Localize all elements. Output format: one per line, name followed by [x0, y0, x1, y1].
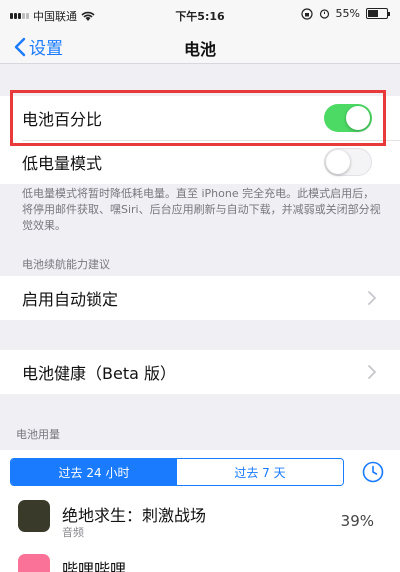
clock-icon[interactable]: [362, 461, 384, 483]
battery-usage-header: 电池用量: [16, 428, 60, 441]
status-right: 55%: [300, 7, 390, 20]
auto-lock-group: 启用自动锁定: [0, 276, 400, 320]
list-item[interactable]: 哔哩哔哩: [0, 544, 400, 572]
chevron-right-icon: [368, 365, 376, 379]
app-subtitle: 音频: [62, 526, 84, 539]
pubg-app-icon: [18, 500, 50, 532]
tab-last-24-hours[interactable]: 过去 24 小时: [11, 459, 177, 485]
battery-options-group: 电池百分比 低电量模式: [0, 96, 400, 184]
alarm-icon: [319, 9, 329, 19]
list-item[interactable]: 绝地求生：刺激战场 音频 39%: [0, 490, 400, 544]
low-power-row: 低电量模式: [0, 140, 400, 184]
suggestions-header: 电池续航能力建议: [22, 258, 110, 271]
battery-icon: [366, 8, 390, 19]
low-power-label: 低电量模式: [22, 154, 103, 173]
battery-percentage-label: 电池百分比: [22, 110, 103, 129]
orientation-lock-icon: [300, 7, 313, 20]
chevron-right-icon: [368, 291, 376, 305]
auto-lock-label: 启用自动锁定: [22, 290, 119, 309]
battery-percentage-toggle[interactable]: [324, 104, 372, 132]
bilibili-app-icon: [18, 554, 50, 572]
app-usage-list: 绝地求生：刺激战场 音频 39% 哔哩哔哩: [0, 490, 400, 572]
tab-last-7-days[interactable]: 过去 7 天: [177, 459, 343, 485]
battery-health-group: 电池健康（Beta 版）: [0, 350, 400, 394]
status-bar: 中国联通 下午5:16 55%: [0, 0, 400, 28]
low-power-note: 低电量模式将暂时降低耗电量。直至 iPhone 完全充电。此模式启用后，将停用邮…: [22, 187, 381, 232]
battery-percentage-row: 电池百分比: [0, 96, 400, 140]
usage-period-segmented-control: 过去 24 小时 过去 7 天: [10, 458, 344, 486]
battery-health-row[interactable]: 电池健康（Beta 版）: [0, 350, 400, 394]
toggle-knob: [346, 106, 370, 130]
auto-lock-row[interactable]: 启用自动锁定: [0, 276, 400, 320]
usage-period-bar: 过去 24 小时 过去 7 天: [0, 450, 400, 490]
app-usage-percent: 39%: [340, 512, 374, 530]
low-power-toggle[interactable]: [324, 148, 372, 176]
toggle-knob: [326, 150, 350, 174]
navigation-bar: 设置 电池: [0, 28, 400, 64]
app-name: 哔哩哔哩: [62, 560, 127, 572]
app-name: 绝地求生：刺激战场: [62, 506, 207, 525]
battery-health-label: 电池健康（Beta 版）: [22, 364, 176, 383]
battery-percent: 55%: [335, 7, 360, 20]
page-title: 电池: [183, 40, 216, 59]
